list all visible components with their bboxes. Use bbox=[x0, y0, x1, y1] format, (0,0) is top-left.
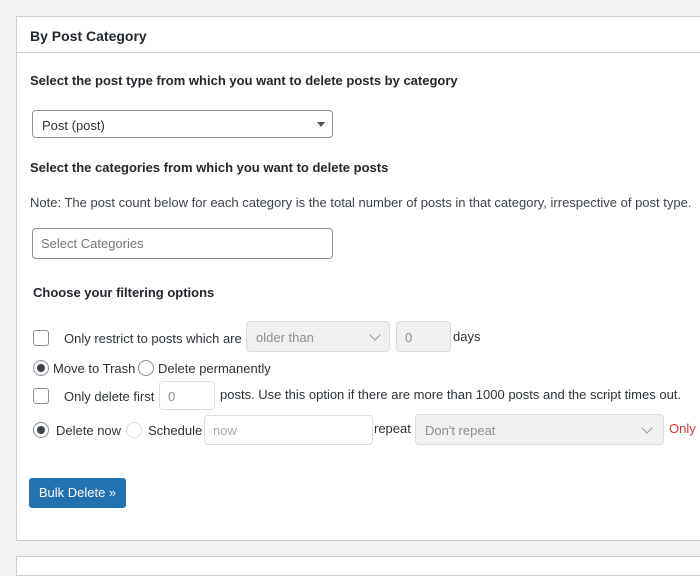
post-type-select-value: Post (post) bbox=[42, 118, 105, 133]
chevron-down-icon bbox=[641, 422, 653, 434]
schedule-warning-text: Only bbox=[669, 421, 696, 436]
days-label: days bbox=[453, 329, 481, 344]
bulk-delete-button[interactable]: Bulk Delete » bbox=[29, 478, 126, 508]
move-to-trash-label: Move to Trash bbox=[53, 361, 136, 376]
categories-prompt: Select the categories from which you wan… bbox=[30, 160, 389, 175]
restrict-operator-select[interactable]: older than bbox=[246, 321, 390, 352]
limit-checkbox[interactable] bbox=[33, 388, 49, 404]
repeat-select-value: Don't repeat bbox=[425, 423, 496, 438]
delete-now-radio[interactable] bbox=[33, 422, 49, 438]
limit-count-input[interactable]: 0 bbox=[159, 381, 215, 410]
category-count-note: Note: The post count below for each cate… bbox=[30, 195, 692, 210]
post-type-prompt: Select the post type from which you want… bbox=[30, 73, 458, 88]
panel-header: By Post Category bbox=[17, 17, 700, 53]
bulk-delete-by-category-panel: By Post Category Select the post type fr… bbox=[16, 16, 700, 541]
repeat-label: repeat bbox=[374, 421, 411, 436]
panel-title: By Post Category bbox=[30, 28, 147, 44]
categories-select-placeholder: Select Categories bbox=[41, 236, 144, 251]
categories-select[interactable]: Select Categories bbox=[32, 228, 333, 259]
restrict-label: Only restrict to posts which are bbox=[64, 331, 242, 346]
restrict-checkbox[interactable] bbox=[33, 330, 49, 346]
schedule-time-input[interactable]: now bbox=[204, 415, 373, 445]
restrict-operator-value: older than bbox=[256, 330, 314, 345]
filter-options-heading: Choose your filtering options bbox=[33, 285, 215, 300]
limit-count-value: 0 bbox=[168, 389, 176, 404]
dropdown-arrow-icon bbox=[317, 122, 325, 127]
restrict-days-value: 0 bbox=[405, 330, 413, 345]
repeat-select[interactable]: Don't repeat bbox=[415, 414, 664, 445]
schedule-label: Schedule bbox=[148, 423, 203, 438]
delete-permanently-label: Delete permanently bbox=[158, 361, 271, 376]
delete-permanently-radio[interactable] bbox=[138, 360, 154, 376]
chevron-down-icon bbox=[369, 329, 381, 341]
post-type-select[interactable]: Post (post) bbox=[32, 110, 333, 138]
limit-label: Only delete first bbox=[64, 389, 155, 404]
move-to-trash-radio[interactable] bbox=[33, 360, 49, 376]
limit-hint: posts. Use this option if there are more… bbox=[220, 387, 682, 402]
delete-now-label: Delete now bbox=[56, 423, 122, 438]
next-panel bbox=[16, 556, 700, 576]
restrict-days-input[interactable]: 0 bbox=[396, 321, 451, 352]
schedule-radio[interactable] bbox=[126, 422, 142, 438]
schedule-time-placeholder: now bbox=[213, 423, 237, 438]
